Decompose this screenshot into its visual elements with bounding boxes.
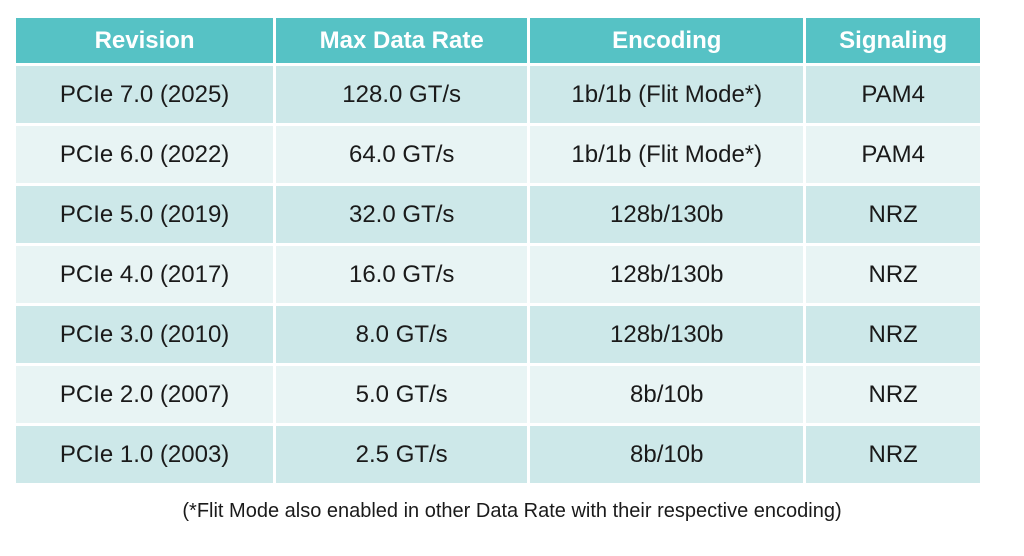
header-encoding: Encoding [530, 18, 807, 66]
max-data-rate-cell: 16.0 GT/s [276, 246, 531, 306]
table-row: PCIe 2.0 (2007) 5.0 GT/s 8b/10b NRZ [16, 366, 980, 426]
header-max-data-rate: Max Data Rate [276, 18, 531, 66]
table-row: PCIe 7.0 (2025) 128.0 GT/s 1b/1b (Flit Mod… [16, 66, 980, 126]
revision-cell: PCIe 6.0 (2022) [16, 126, 277, 186]
header-signaling: Signaling [806, 18, 980, 66]
footnote: (*Flit Mode also enabled in other Data R… [182, 500, 842, 522]
max-data-rate-cell: 8.0 GT/s [276, 306, 531, 366]
pcie-revisions-table: Revision Max Data Rate Encoding Signalin… [16, 18, 980, 486]
signaling-cell: PAM4 [806, 66, 980, 126]
max-data-rate-cell: 2.5 GT/s [276, 426, 531, 486]
max-data-rate-cell: 128.0 GT/s [276, 66, 531, 126]
revision-cell: PCIe 4.0 (2017) [16, 246, 277, 306]
signaling-cell: NRZ [806, 366, 980, 426]
encoding-cell: 1b/1b (Flit Mode*) [530, 126, 807, 186]
signaling-cell: NRZ [806, 246, 980, 306]
revision-cell: PCIe 7.0 (2025) [16, 66, 277, 126]
encoding-cell: 128b/130b [530, 186, 807, 246]
max-data-rate-cell: 32.0 GT/s [276, 186, 531, 246]
max-data-rate-cell: 64.0 GT/s [276, 126, 531, 186]
table-row: PCIe 3.0 (2010) 8.0 GT/s 128b/130b NRZ [16, 306, 980, 366]
signaling-cell: NRZ [806, 186, 980, 246]
signaling-cell: NRZ [806, 306, 980, 366]
table-row: PCIe 4.0 (2017) 16.0 GT/s 128b/130b NRZ [16, 246, 980, 306]
encoding-cell: 8b/10b [530, 366, 807, 426]
encoding-cell: 8b/10b [530, 426, 807, 486]
table-row: PCIe 1.0 (2003) 2.5 GT/s 8b/10b NRZ [16, 426, 980, 486]
max-data-rate-cell: 5.0 GT/s [276, 366, 531, 426]
table-row: PCIe 5.0 (2019) 32.0 GT/s 128b/130b NRZ [16, 186, 980, 246]
revision-cell: PCIe 2.0 (2007) [16, 366, 277, 426]
revision-cell: PCIe 3.0 (2010) [16, 306, 277, 366]
encoding-cell: 1b/1b (Flit Mode*) [530, 66, 807, 126]
encoding-cell: 128b/130b [530, 246, 807, 306]
revision-cell: PCIe 1.0 (2003) [16, 426, 277, 486]
signaling-cell: PAM4 [806, 126, 980, 186]
revision-cell: PCIe 5.0 (2019) [16, 186, 277, 246]
header-row: Revision Max Data Rate Encoding Signalin… [16, 18, 980, 66]
encoding-cell: 128b/130b [530, 306, 807, 366]
signaling-cell: NRZ [806, 426, 980, 486]
header-revision: Revision [16, 18, 277, 66]
table-row: PCIe 6.0 (2022) 64.0 GT/s 1b/1b (Flit Mode… [16, 126, 980, 186]
